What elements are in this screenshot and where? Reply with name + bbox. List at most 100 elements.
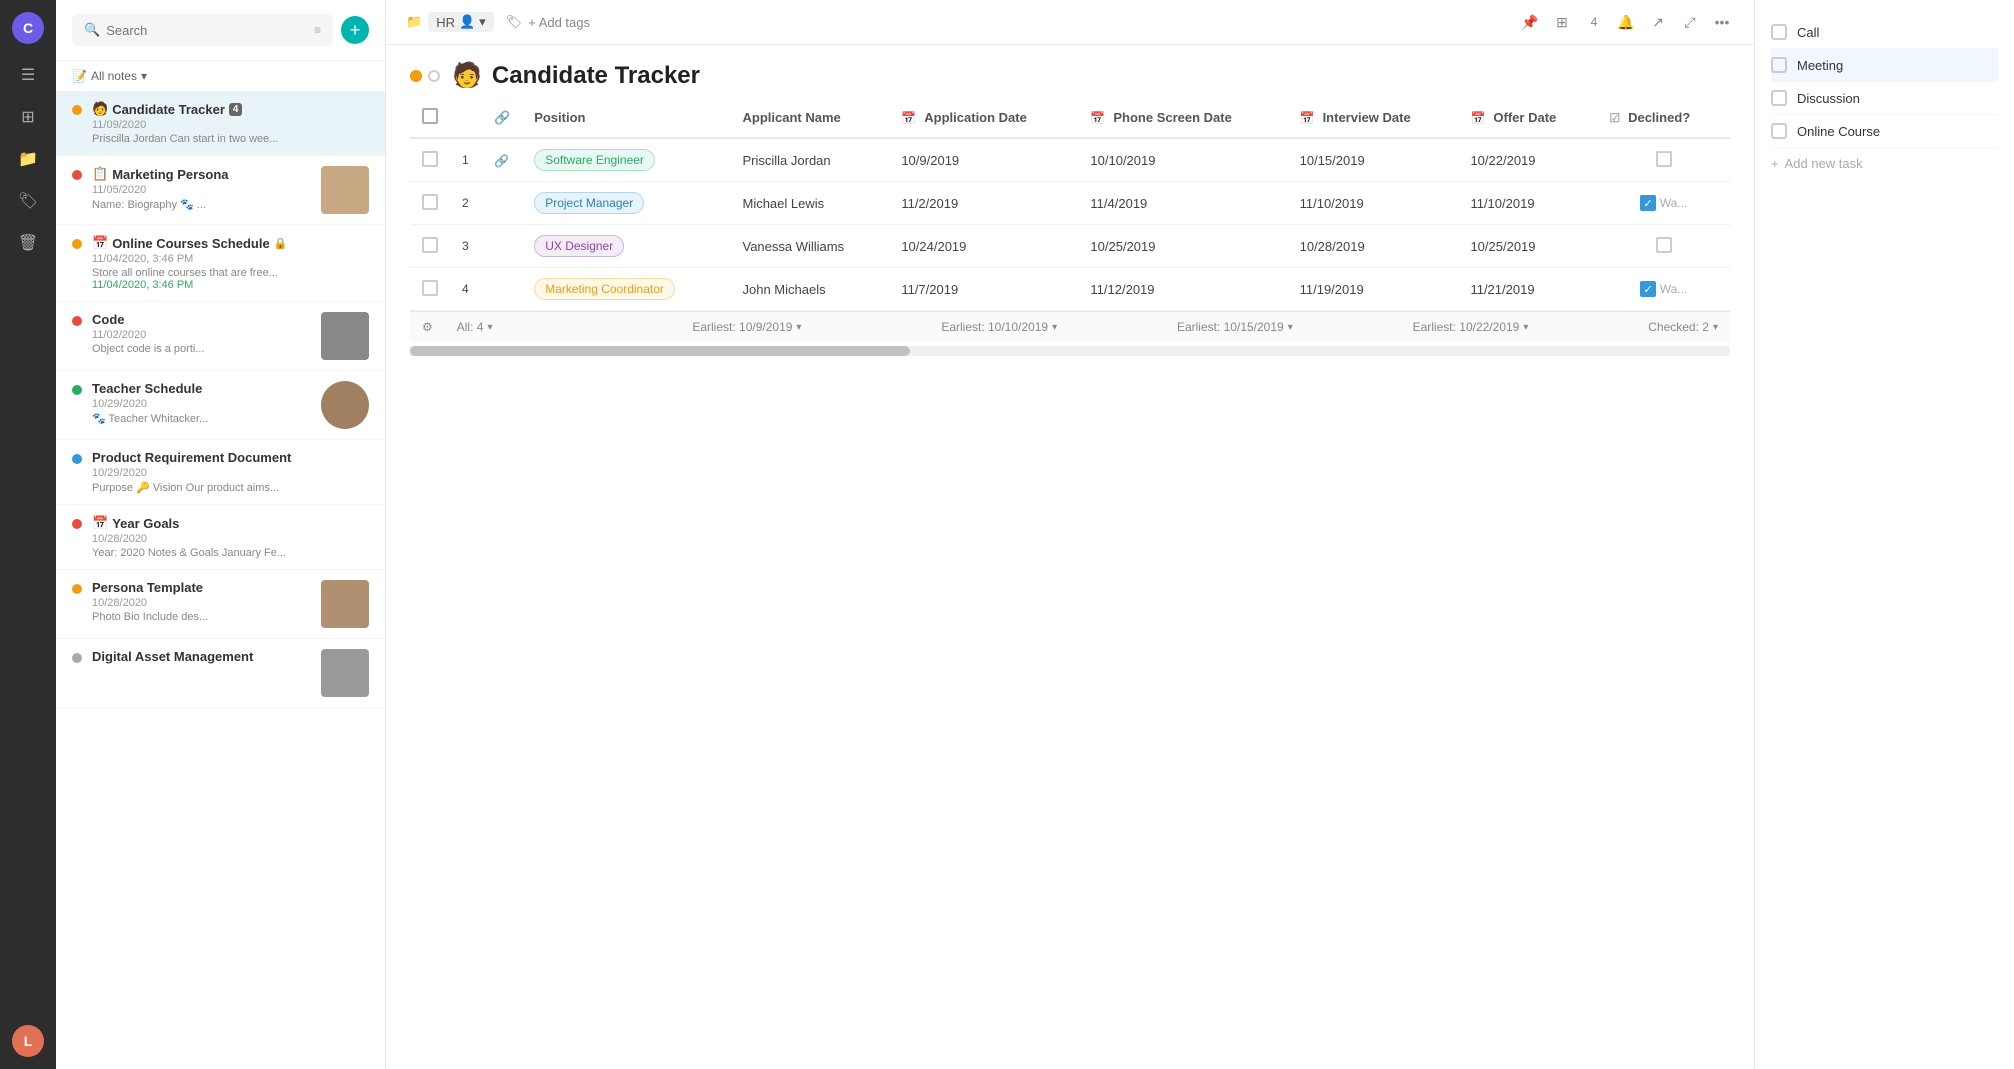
checklist-checkbox[interactable] <box>1771 24 1787 40</box>
col-header-app-date[interactable]: 📅 Application Date <box>889 98 1078 138</box>
list-item[interactable]: Digital Asset Management <box>56 639 385 708</box>
col-header-offer[interactable]: 📅 Offer Date <box>1458 98 1597 138</box>
expand-icon[interactable]: ⤢ <box>1678 10 1702 34</box>
horizontal-scrollbar[interactable] <box>410 346 1730 356</box>
position-tag[interactable]: UX Designer <box>534 235 624 257</box>
count-badge[interactable]: 4 <box>1582 10 1606 34</box>
user-avatar-bottom[interactable]: L <box>12 1025 44 1057</box>
checklist-label: Call <box>1797 25 1819 40</box>
note-date: 11/02/2020 <box>92 329 311 341</box>
col-header-applicant[interactable]: Applicant Name <box>730 98 889 138</box>
add-task-button[interactable]: + Add new task <box>1771 148 1998 179</box>
list-item[interactable]: Product Requirement Document 10/29/2020 … <box>56 440 385 505</box>
position-tag[interactable]: Marketing Coordinator <box>534 278 675 300</box>
note-title: 🧑 Candidate Tracker 4 <box>92 101 369 117</box>
note-date: 11/05/2020 <box>92 184 311 196</box>
tag-area[interactable]: 🏷 + Add tags <box>506 14 590 30</box>
col-header-link: 🔗 <box>482 98 522 138</box>
user-avatar-top[interactable]: C <box>12 12 44 44</box>
note-preview: Year: 2020 Notes & Goals January Fe... <box>92 547 369 559</box>
position-cell: UX Designer <box>522 225 730 268</box>
list-item[interactable]: 🧑 Candidate Tracker 4 11/09/2020 Priscil… <box>56 91 385 156</box>
earliest-app[interactable]: Earliest: 10/9/2019 ▾ <box>692 320 801 334</box>
tag-icon[interactable]: 🏷 <box>17 190 39 212</box>
note-title: 📅 Online Courses Schedule 🔒 <box>92 235 369 251</box>
list-item[interactable]: Persona Template 10/28/2020 Photo Bio In… <box>56 570 385 639</box>
position-tag[interactable]: Project Manager <box>534 192 644 214</box>
declined-checkbox-checked[interactable] <box>1640 195 1656 211</box>
offer-cell: 11/10/2019 <box>1458 182 1597 225</box>
row-link[interactable]: 🔗 <box>482 138 522 182</box>
col-header-declined[interactable]: ☑ Declined? <box>1597 98 1730 138</box>
checklist-checkbox[interactable] <box>1771 57 1787 73</box>
declined-checkbox[interactable] <box>1656 151 1672 167</box>
pin-icon[interactable]: 📌 <box>1518 10 1542 34</box>
all-notes-header[interactable]: 📝 All notes ▾ <box>56 61 385 91</box>
note-preview: Name: Biography 🐾 ... <box>92 198 311 211</box>
applicant-cell: Priscilla Jordan <box>730 138 889 182</box>
note-dot <box>72 170 82 180</box>
row-link[interactable] <box>482 225 522 268</box>
list-item[interactable]: 📅 Online Courses Schedule 🔒 11/04/2020, … <box>56 225 385 302</box>
checked-count[interactable]: Checked: 2 ▾ <box>1648 320 1718 334</box>
link-icon: 🔗 <box>494 110 510 125</box>
grid-view-icon[interactable]: ⊞ <box>1550 10 1574 34</box>
menu-icon[interactable]: ☰ <box>17 64 39 86</box>
hr-tag[interactable]: HR 👤 ▾ <box>428 12 494 32</box>
note-status-dots <box>410 70 440 82</box>
row-link[interactable] <box>482 268 522 311</box>
app-date-cell: 11/2/2019 <box>889 182 1078 225</box>
search-input[interactable] <box>106 23 308 38</box>
position-cell: Marketing Coordinator <box>522 268 730 311</box>
filter-icon-footer[interactable]: ⚙ <box>422 320 433 334</box>
bell-icon[interactable]: 🔔 <box>1614 10 1638 34</box>
search-box[interactable]: 🔍 ≡ <box>72 14 333 46</box>
list-item[interactable]: Code 11/02/2020 Object code is a porti..… <box>56 302 385 371</box>
checklist-item[interactable]: Call <box>1771 16 1998 49</box>
phone-screen-cell: 11/4/2019 <box>1078 182 1287 225</box>
declined-checkbox-checked[interactable] <box>1640 281 1656 297</box>
col-header-position[interactable]: Position <box>522 98 730 138</box>
note-date: 10/29/2020 <box>92 467 369 479</box>
folder-icon[interactable]: 📁 <box>17 148 39 170</box>
row-link[interactable] <box>482 182 522 225</box>
position-tag[interactable]: Software Engineer <box>534 149 655 171</box>
declined-checkbox[interactable] <box>1656 237 1672 253</box>
checklist-checkbox[interactable] <box>1771 90 1787 106</box>
list-item[interactable]: Teacher Schedule 10/29/2020 🐾 Teacher Wh… <box>56 371 385 440</box>
calendar-icon: 📅 <box>1090 111 1105 125</box>
checklist-label: Online Course <box>1797 124 1880 139</box>
checklist-item[interactable]: Meeting <box>1771 49 1998 82</box>
icon-bar: C ☰ ⊞ 📁 🏷 🗑 L <box>0 0 56 1069</box>
checklist-checkbox[interactable] <box>1771 123 1787 139</box>
checklist-item[interactable]: Online Course <box>1771 115 1998 148</box>
filter-icon[interactable]: ≡ <box>314 23 321 37</box>
row-select-checkbox[interactable] <box>422 194 438 210</box>
table-header-row: 🔗 Position Applicant Name 📅 <box>410 98 1730 138</box>
grid-icon[interactable]: ⊞ <box>17 106 39 128</box>
scrollbar-thumb[interactable] <box>410 346 910 356</box>
row-select-checkbox[interactable] <box>422 151 438 167</box>
col-header-interview[interactable]: 📅 Interview Date <box>1288 98 1459 138</box>
main-toolbar: 📁 HR 👤 ▾ 🏷 + Add tags 📌 ⊞ 4 🔔 ↗ ⤢ ••• <box>386 0 1754 45</box>
earliest-interview[interactable]: Earliest: 10/15/2019 ▾ <box>1177 320 1293 334</box>
checklist-item[interactable]: Discussion <box>1771 82 1998 115</box>
earliest-offer[interactable]: Earliest: 10/22/2019 ▾ <box>1413 320 1529 334</box>
table-row: 1 🔗 Software Engineer Priscilla Jordan 1… <box>410 138 1730 182</box>
share-icon[interactable]: ↗ <box>1646 10 1670 34</box>
add-note-button[interactable]: + <box>341 16 369 44</box>
row-select-checkbox[interactable] <box>422 280 438 296</box>
trash-icon[interactable]: 🗑 <box>17 232 39 254</box>
note-content: 🧑 Candidate Tracker 4 11/09/2020 Priscil… <box>92 101 369 145</box>
all-count[interactable]: All: 4 ▾ <box>457 320 493 334</box>
chevron-down-icon: ▾ <box>1523 322 1528 333</box>
phone-screen-cell: 11/12/2019 <box>1078 268 1287 311</box>
more-icon[interactable]: ••• <box>1710 10 1734 34</box>
row-select-checkbox[interactable] <box>422 237 438 253</box>
col-header-phone-screen[interactable]: 📅 Phone Screen Date <box>1078 98 1287 138</box>
list-item[interactable]: 📅 Year Goals 10/28/2020 Year: 2020 Notes… <box>56 505 385 570</box>
calendar-icon: 📅 <box>1470 111 1485 125</box>
applicant-cell: Vanessa Williams <box>730 225 889 268</box>
list-item[interactable]: 📋 Marketing Persona 11/05/2020 Name: Bio… <box>56 156 385 225</box>
earliest-phone[interactable]: Earliest: 10/10/2019 ▾ <box>941 320 1057 334</box>
